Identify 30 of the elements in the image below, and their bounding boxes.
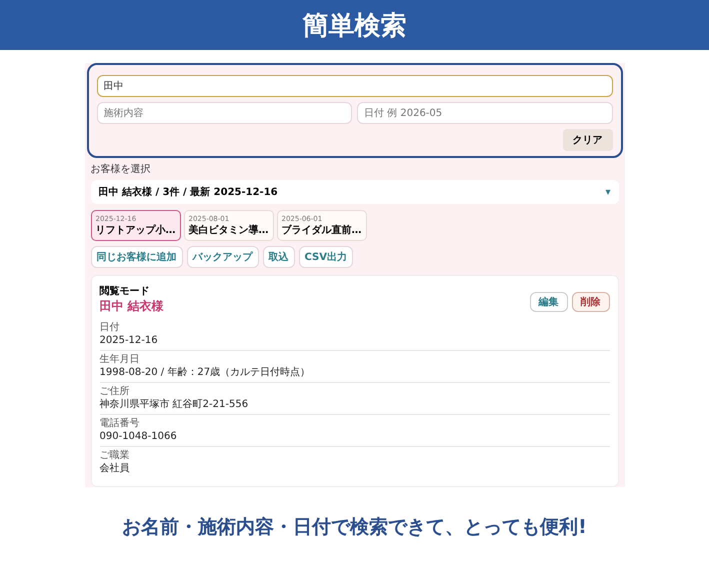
customer-name: 田中 結衣様 (100, 298, 164, 315)
field-value: 2025-12-16 (100, 335, 159, 347)
clear-button[interactable]: クリア (562, 129, 612, 151)
caption-text: お名前・施術内容・日付で検索できて、とっても便利! (122, 515, 587, 540)
field-value: 1998-08-20 / 年齢：27歳（カルテ日付時点） (100, 367, 312, 379)
field-value: 神奈川県平塚市 紅谷町2-21-556 (100, 399, 250, 411)
action-button[interactable]: CSV出力 (298, 246, 353, 268)
field-label: ご職業 (100, 450, 130, 462)
name-search-field[interactable]: 田中 (96, 75, 612, 97)
field-label: 生年月日 (100, 354, 140, 366)
date-search-field[interactable]: 日付 例 2026-05 (357, 102, 612, 124)
visit-title: 美白ビタミン導… (188, 223, 268, 236)
header-title: 簡単検索 (302, 10, 406, 42)
customer-select-label: お客様を選択 (90, 162, 152, 176)
mode-label: 閲覧モード (100, 284, 150, 298)
treatment-search-field[interactable]: 施術内容 (96, 102, 352, 124)
edit-button[interactable]: 編集 (530, 292, 568, 312)
field-label: ご住所 (100, 386, 130, 398)
action-button[interactable]: 同じお客様に追加 (90, 246, 182, 268)
field-label: 日付 (100, 322, 120, 334)
field-value: 090-1048-1066 (100, 431, 178, 443)
customer-dropdown[interactable]: 田中 結衣様 / 3件 / 最新 2025-12-16 ▾ (90, 180, 618, 204)
action-button[interactable]: 取込 (262, 246, 294, 268)
visit-title: ブライダル直前… (282, 224, 362, 236)
delete-button[interactable]: 削除 (572, 292, 610, 312)
action-button[interactable]: バックアップ (186, 246, 258, 268)
field-label: 電話番号 (100, 418, 140, 430)
visit-title: リフトアップ小… (96, 223, 176, 236)
caret-icon: ▾ (605, 186, 610, 198)
field-value: 会社員 (100, 463, 130, 475)
